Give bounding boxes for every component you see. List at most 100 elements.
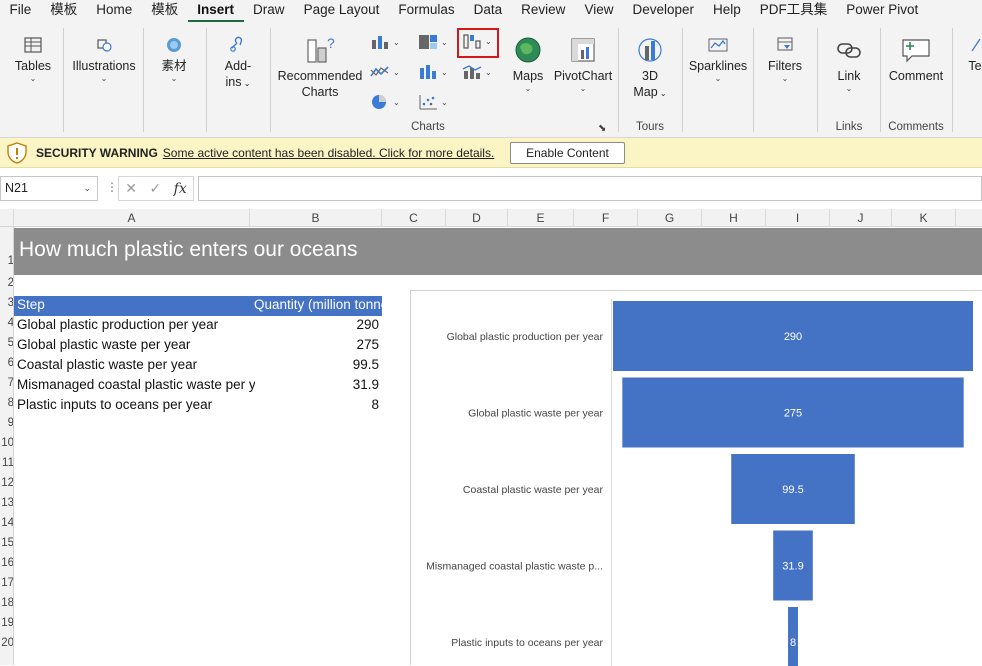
3d-map-label: 3D (642, 69, 658, 83)
menu-tab[interactable]: Power Pivot (837, 0, 928, 22)
table-row[interactable]: Global plastic waste per year 275 (14, 336, 382, 356)
link-label: Link (837, 69, 861, 83)
row-header[interactable]: 20 (0, 637, 13, 649)
row-header[interactable]: 11 (0, 457, 13, 469)
menu-tab[interactable]: 模板 (41, 0, 87, 22)
row-header[interactable]: 9 (0, 417, 13, 429)
table-row[interactable]: Coastal plastic waste per year 99.5 (14, 356, 382, 376)
table-row[interactable]: Plastic inputs to oceans per year 8 (14, 396, 382, 416)
row-header[interactable]: 2 (0, 277, 13, 289)
menu-tab[interactable]: Home (87, 0, 142, 22)
column-header[interactable]: B (250, 209, 382, 227)
statistic-chart-button[interactable]: ⌄ (418, 64, 448, 80)
row-headers: 1 2 3 4 5 6 7 8 9 10 11 12 13 14 15 16 17 18 19 20 (0, 227, 14, 665)
sheet-title[interactable]: How much plastic enters our oceans (19, 238, 358, 262)
recommended-charts-button[interactable]: ? Recommended Charts (276, 34, 364, 100)
row-header[interactable]: 14 (0, 517, 13, 529)
column-header[interactable]: E (508, 209, 574, 227)
chevron-down-icon[interactable]: ⌄ (83, 177, 91, 200)
column-chart-button[interactable]: ⌄ (370, 34, 400, 50)
comment-button[interactable]: Comment (886, 36, 946, 84)
category-label: Coastal plastic waste per year (463, 484, 604, 496)
chevron-down-icon: ⌄ (524, 84, 532, 93)
column-header[interactable]: G (638, 209, 702, 227)
scatter-chart-button[interactable]: ⌄ (418, 94, 448, 110)
enable-content-button[interactable]: Enable Content (510, 142, 625, 164)
pivotchart-button[interactable]: PivotChart ⌄ (553, 36, 613, 94)
separator (682, 28, 683, 132)
row-header[interactable]: 17 (0, 577, 13, 589)
pie-chart-button[interactable]: ⌄ (370, 94, 400, 110)
cancel-icon[interactable]: ✕ (125, 180, 137, 197)
row-header[interactable]: 1 (0, 255, 13, 267)
column-header[interactable]: K (892, 209, 956, 227)
menu-tab[interactable]: 模板 (142, 0, 188, 22)
table-header[interactable]: Step Quantity (million tonnes) (14, 296, 382, 316)
recommended-charts-label-2: Charts (301, 85, 339, 99)
text-button[interactable]: Te (968, 36, 982, 74)
hierarchy-chart-button[interactable]: ⌄ (418, 34, 448, 50)
separator (63, 28, 64, 132)
globe-icon (515, 37, 541, 63)
illustrations-button[interactable]: Illustrations ⌄ (68, 36, 140, 84)
menu-tab[interactable]: Review (512, 0, 575, 22)
row-header[interactable]: 6 (0, 357, 13, 369)
funnel-chart[interactable]: 290 Global plastic production per year 275… (410, 290, 982, 666)
shapes-icon (97, 39, 112, 52)
sparklines-button[interactable]: Sparklines ⌄ (688, 36, 748, 84)
row-header[interactable]: 3 (0, 297, 13, 309)
column-header[interactable]: I (766, 209, 830, 227)
scatter-chart-icon (419, 95, 437, 110)
table-row[interactable]: Global plastic production per year 290 (14, 316, 382, 336)
menu-tab[interactable]: Data (464, 0, 512, 22)
menu-tab[interactable]: Developer (623, 0, 704, 22)
sucai-button[interactable]: 素材 ⌄ (150, 36, 198, 84)
3d-map-button[interactable]: 3D Map ⌄ (624, 36, 676, 102)
filters-label: Filters (767, 59, 803, 73)
security-warning-message[interactable]: Some active content has been disabled. C… (163, 146, 495, 160)
menu-tab[interactable]: Page Layout (294, 0, 389, 22)
tables-button[interactable]: Tables ⌄ (8, 36, 58, 84)
row-header[interactable]: 7 (0, 377, 13, 389)
addins-button[interactable]: Add- ins ⌄ (212, 36, 264, 92)
row-header[interactable]: 19 (0, 617, 13, 629)
column-header[interactable]: H (702, 209, 766, 227)
insert-function-icon[interactable]: fx (174, 181, 187, 197)
column-header[interactable]: A (14, 209, 250, 227)
menu-tab[interactable]: File (0, 0, 41, 22)
line-chart-button[interactable]: ⌄ (370, 64, 400, 80)
confirm-icon[interactable]: ✓ (149, 180, 161, 197)
column-header[interactable]: J (830, 209, 892, 227)
menu-tab[interactable]: PDF工具集 (750, 0, 837, 22)
menu-tab[interactable]: Draw (244, 0, 295, 22)
menu-tab[interactable]: Formulas (389, 0, 464, 22)
charts-dialog-launcher[interactable]: ⬊ (598, 123, 606, 134)
column-header[interactable]: D (446, 209, 508, 227)
row-header[interactable]: 10 (0, 437, 13, 449)
cell-step: Plastic inputs to oceans per year (17, 397, 213, 412)
menu-tab[interactable]: View (575, 0, 623, 22)
row-header[interactable]: 16 (0, 557, 13, 569)
row-header[interactable]: 13 (0, 497, 13, 509)
select-all-corner[interactable] (0, 209, 14, 227)
formula-input[interactable] (198, 176, 982, 201)
link-button[interactable]: Link ⌄ (824, 36, 874, 94)
row-header[interactable]: 8 (0, 397, 13, 409)
row-header[interactable]: 4 (0, 317, 13, 329)
table-row[interactable]: Mismanaged coastal plastic waste per yea… (14, 376, 382, 396)
more-options-icon[interactable]: ⋮ (106, 180, 118, 194)
column-header[interactable]: F (574, 209, 638, 227)
row-header[interactable]: 18 (0, 597, 13, 609)
menu-bar: File 模板 Home 模板 Insert Draw Page Layout Formula… (0, 0, 982, 22)
maps-button[interactable]: Maps ⌄ (505, 36, 551, 94)
row-header[interactable]: 5 (0, 337, 13, 349)
column-header[interactable]: C (382, 209, 446, 227)
name-box[interactable]: N21 ⌄ (0, 176, 98, 201)
filters-button[interactable]: Filters ⌄ (760, 36, 810, 84)
row-header[interactable]: 12 (0, 477, 13, 489)
row-header[interactable]: 15 (0, 537, 13, 549)
combo-chart-button[interactable]: ⌄ (462, 64, 492, 80)
menu-tab[interactable]: Help (704, 0, 751, 22)
addins-label: Add- (224, 59, 252, 73)
menu-tab[interactable]: Insert (187, 0, 244, 22)
